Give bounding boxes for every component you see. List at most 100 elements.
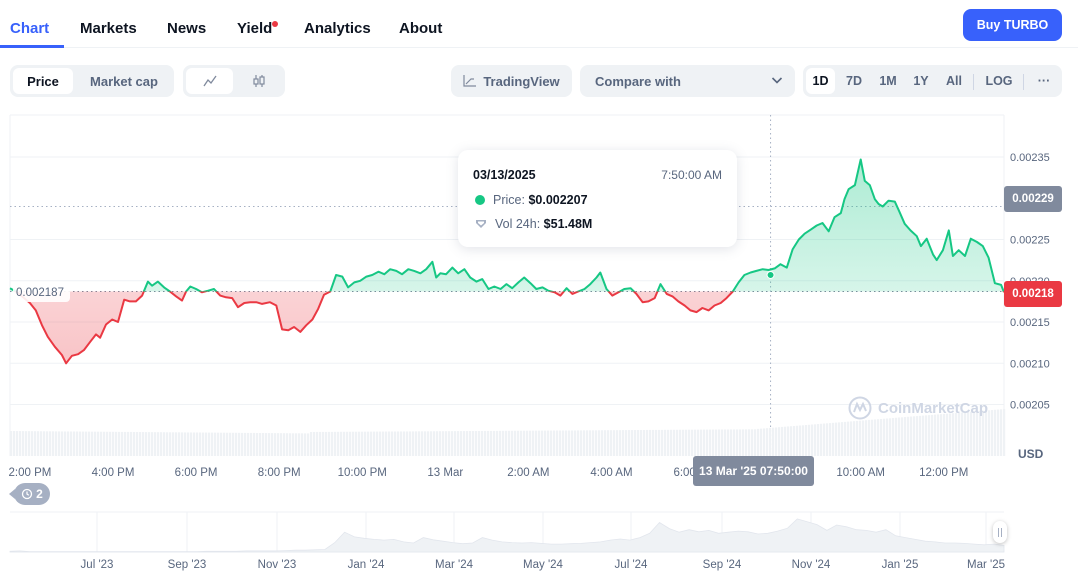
volume-bar <box>325 431 328 456</box>
volume-bar <box>910 416 913 456</box>
volume-bar <box>262 433 265 456</box>
price-chart[interactable]: 0.002350.002250.002200.002150.002100.002… <box>0 0 1078 585</box>
volume-bar <box>73 431 76 456</box>
volume-bar <box>268 433 271 456</box>
history-badge[interactable]: 2 <box>9 483 50 505</box>
volume-bar <box>382 431 385 456</box>
watermark-text: CoinMarketCap <box>878 399 989 417</box>
baseline-price-label: 0.002187 <box>13 284 70 302</box>
volume-bar <box>688 429 691 456</box>
volume-bar <box>883 418 886 456</box>
volume-bar <box>796 425 799 456</box>
volume-bar <box>817 424 820 456</box>
x-tick-label: 6:00 PM <box>175 467 218 479</box>
volume-bar <box>865 420 868 456</box>
y-tick-label: 0.00210 <box>1010 358 1050 370</box>
navigator-tick-label: May '24 <box>523 559 564 571</box>
volume-bar <box>652 429 655 456</box>
volume-bar <box>661 429 664 456</box>
volume-bar <box>748 429 751 456</box>
volume-bar <box>682 429 685 456</box>
volume-bar <box>541 430 544 456</box>
volume-bar <box>643 429 646 456</box>
volume-bar <box>397 431 400 456</box>
volume-bar <box>349 431 352 456</box>
volume-bar <box>67 431 70 456</box>
volume-bar <box>463 431 466 456</box>
volume-bar <box>583 430 586 456</box>
volume-bar <box>55 431 58 456</box>
volume-bar <box>547 430 550 456</box>
volume-bar <box>769 427 772 456</box>
x-tick-label: 10:00 AM <box>836 467 885 479</box>
volume-bar <box>52 431 55 456</box>
coinmarketcap-watermark: CoinMarketCap <box>848 396 988 420</box>
volume-bar <box>286 433 289 456</box>
volume-bar <box>793 425 796 456</box>
volume-bar <box>853 421 856 456</box>
volume-bar <box>868 419 871 456</box>
volume-bar <box>457 431 460 456</box>
volume-bar <box>604 430 607 456</box>
volume-bar <box>40 431 43 456</box>
volume-bar <box>658 429 661 456</box>
current-price-tag: 0.00218 <box>1004 281 1062 307</box>
volume-bar <box>742 429 745 456</box>
navigator-tick-label: Mar '25 <box>967 559 1005 571</box>
volume-bar <box>565 430 568 456</box>
volume-bar <box>625 430 628 456</box>
volume-bar <box>820 423 823 456</box>
volume-bar <box>319 431 322 456</box>
volume-bar <box>1000 409 1003 456</box>
volume-bar <box>223 432 226 456</box>
volume-bar <box>376 431 379 456</box>
volume-bar <box>706 429 709 456</box>
volume-bar <box>211 432 214 456</box>
volume-bar <box>385 431 388 456</box>
volume-bar <box>76 431 79 456</box>
volume-bar <box>733 429 736 456</box>
x-tick-label: 13 Mar <box>427 467 463 479</box>
volume-bar <box>265 433 268 456</box>
volume-bar <box>169 432 172 456</box>
volume-bar <box>628 430 631 456</box>
volume-bar <box>913 416 916 456</box>
volume-bar <box>379 431 382 456</box>
volume-bar <box>412 431 415 456</box>
volume-bar <box>70 431 73 456</box>
volume-bar <box>409 431 412 456</box>
volume-bar <box>331 431 334 456</box>
volume-bar <box>925 415 928 456</box>
volume-bar <box>784 426 787 456</box>
volume-bar <box>814 424 817 456</box>
navigator-handle[interactable] <box>993 521 1007 543</box>
volume-bar <box>469 431 472 456</box>
volume-bar <box>88 431 91 456</box>
volume-bar <box>91 431 94 456</box>
x-tick-label: 10:00 PM <box>338 467 387 479</box>
volume-bar <box>550 430 553 456</box>
volume-bar <box>679 429 682 456</box>
volume-bar <box>130 431 133 456</box>
volume-bar <box>85 431 88 456</box>
volume-bar <box>394 431 397 456</box>
navigator-tick-label: Nov '24 <box>792 559 831 571</box>
volume-bar <box>637 430 640 456</box>
volume-bar <box>34 431 37 456</box>
range-navigator[interactable]: Jul '23 Sep '23 Nov '23 Jan '24 Mar '24 May '… <box>9 511 1005 571</box>
volume-bar <box>298 433 301 456</box>
volume-bar <box>886 418 889 456</box>
volume-bar <box>562 430 565 456</box>
volume-bar <box>919 415 922 456</box>
volume-bar <box>442 431 445 456</box>
volume-bar <box>940 414 943 456</box>
volume-bar <box>199 432 202 456</box>
volume-bar <box>181 432 184 456</box>
volume-bar <box>580 430 583 456</box>
volume-bar <box>283 433 286 456</box>
volume-bar <box>856 420 859 456</box>
volume-bar <box>175 432 178 456</box>
volume-bar <box>616 430 619 456</box>
volume-bar <box>235 432 238 456</box>
volume-bar <box>619 430 622 456</box>
